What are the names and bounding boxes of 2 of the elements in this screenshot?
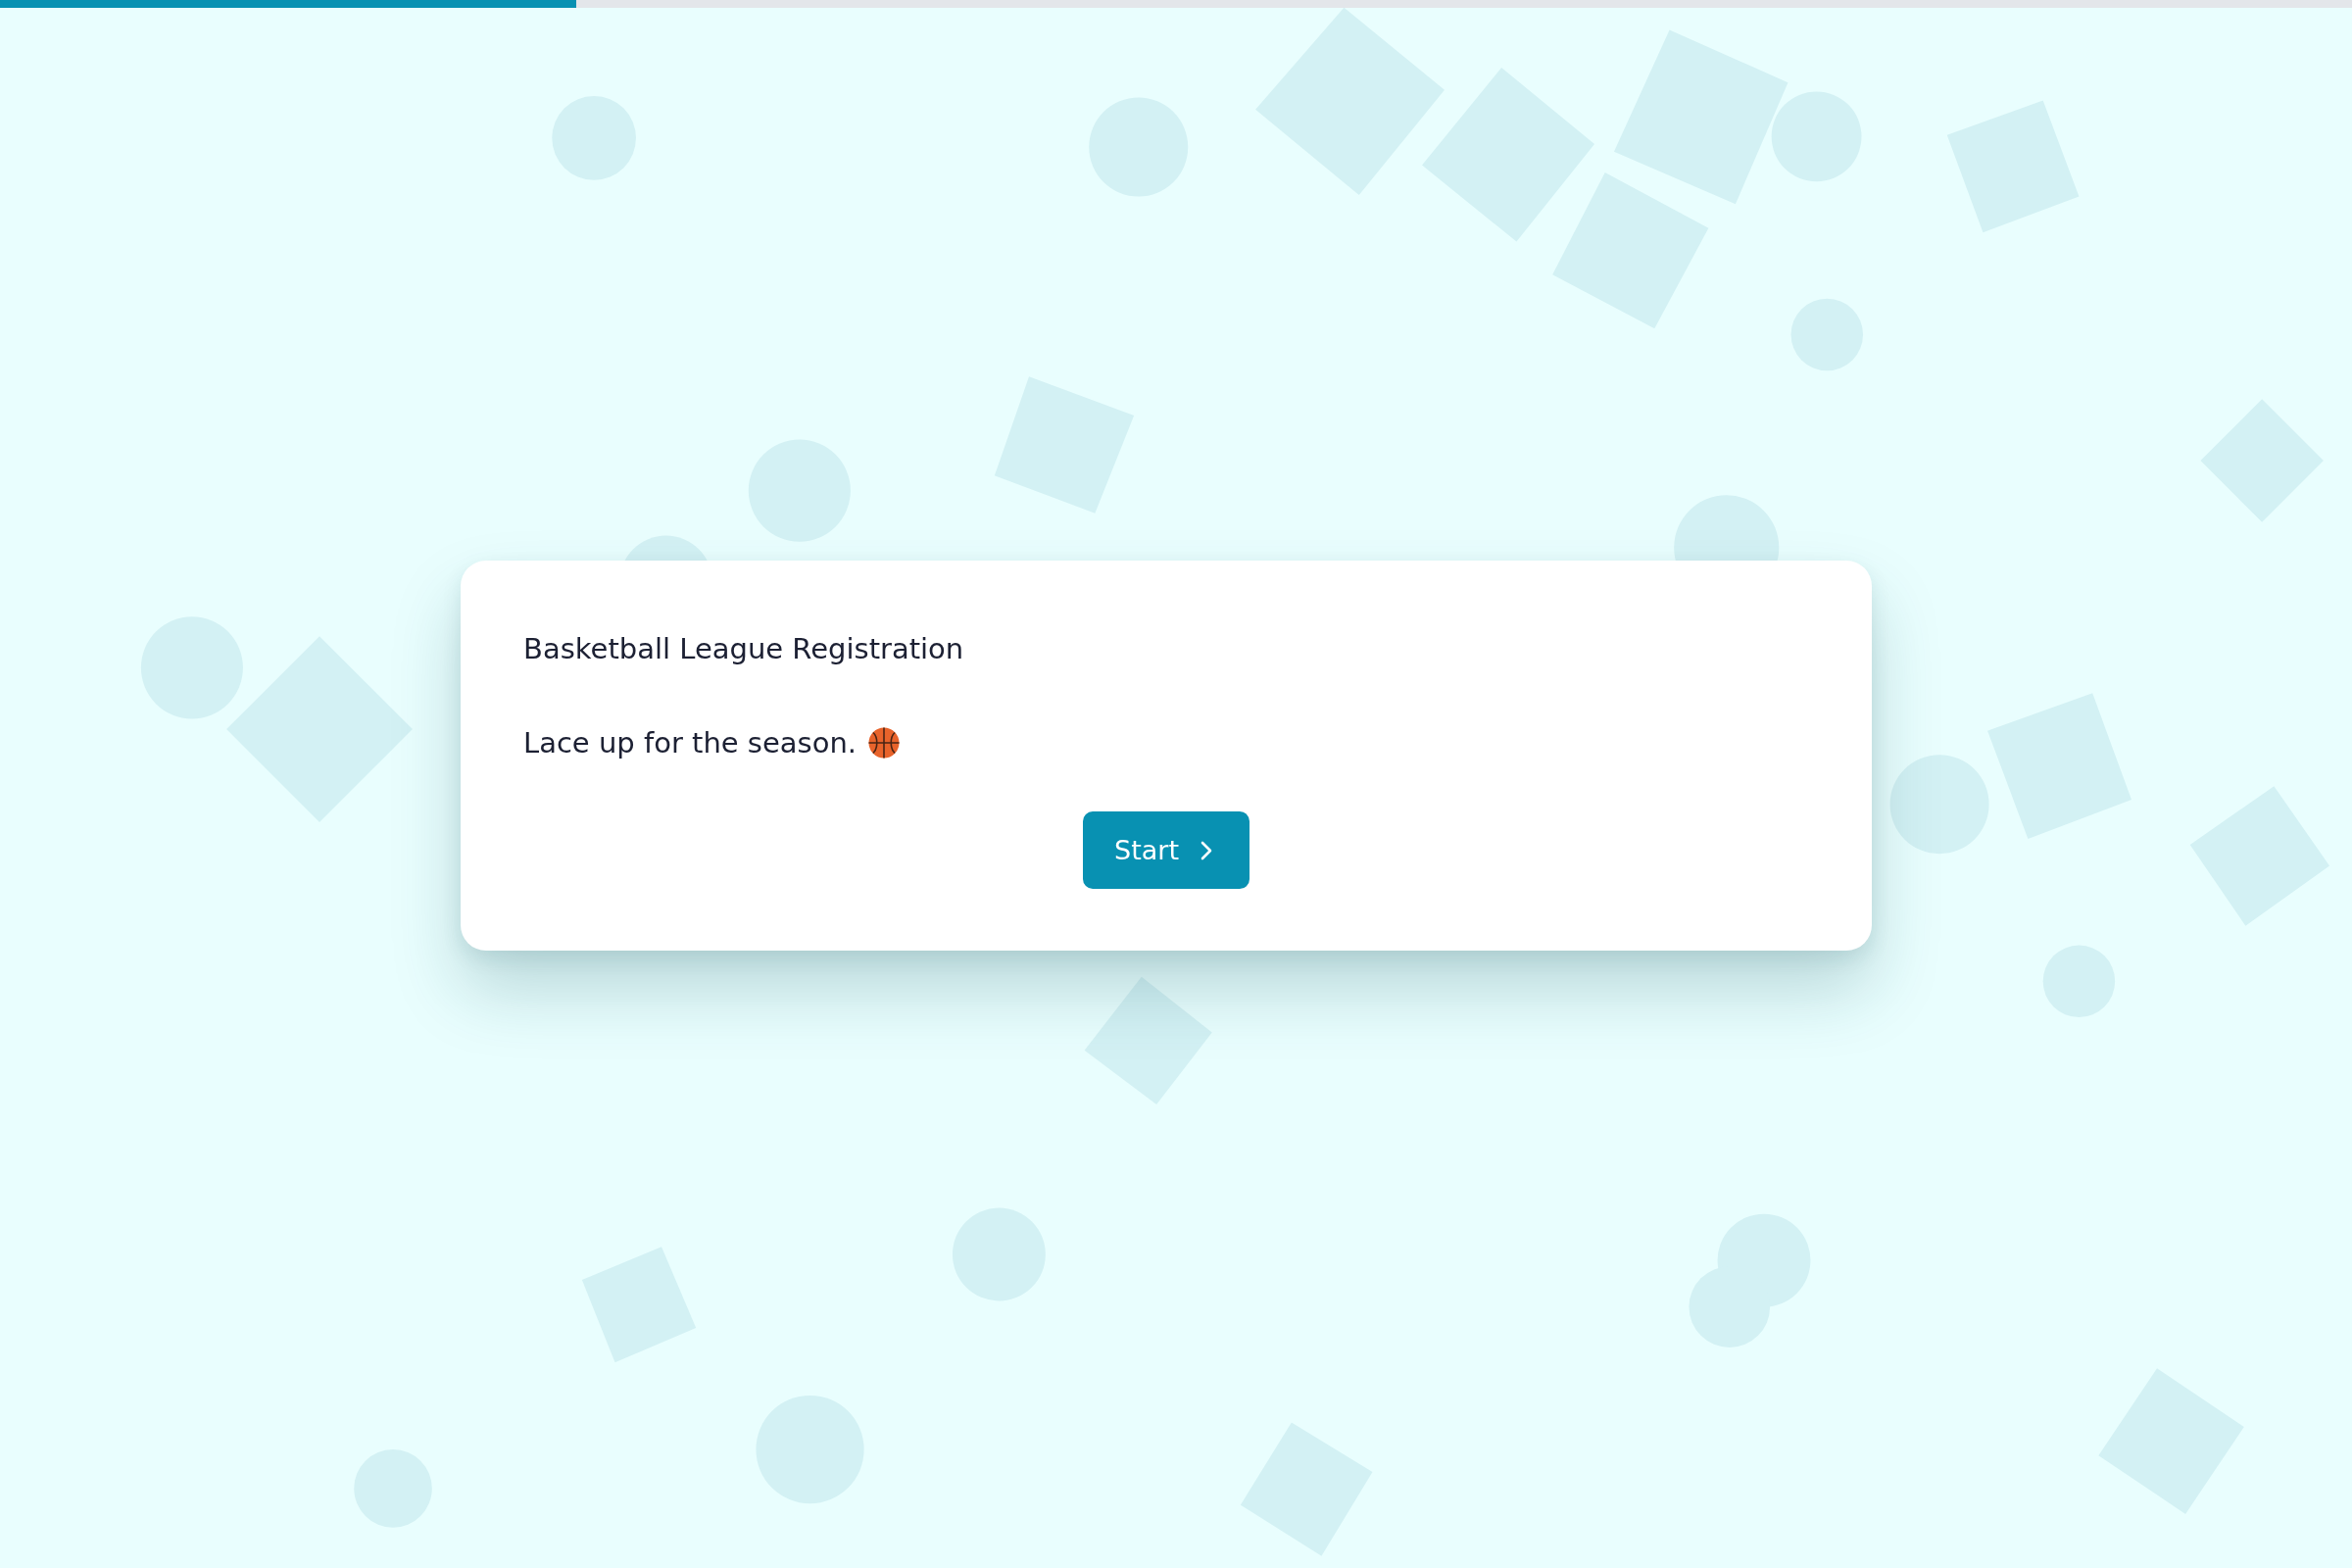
card-title: Basketball League Registration xyxy=(523,631,965,667)
card-subtitle: Lace up for the season. xyxy=(523,725,857,761)
